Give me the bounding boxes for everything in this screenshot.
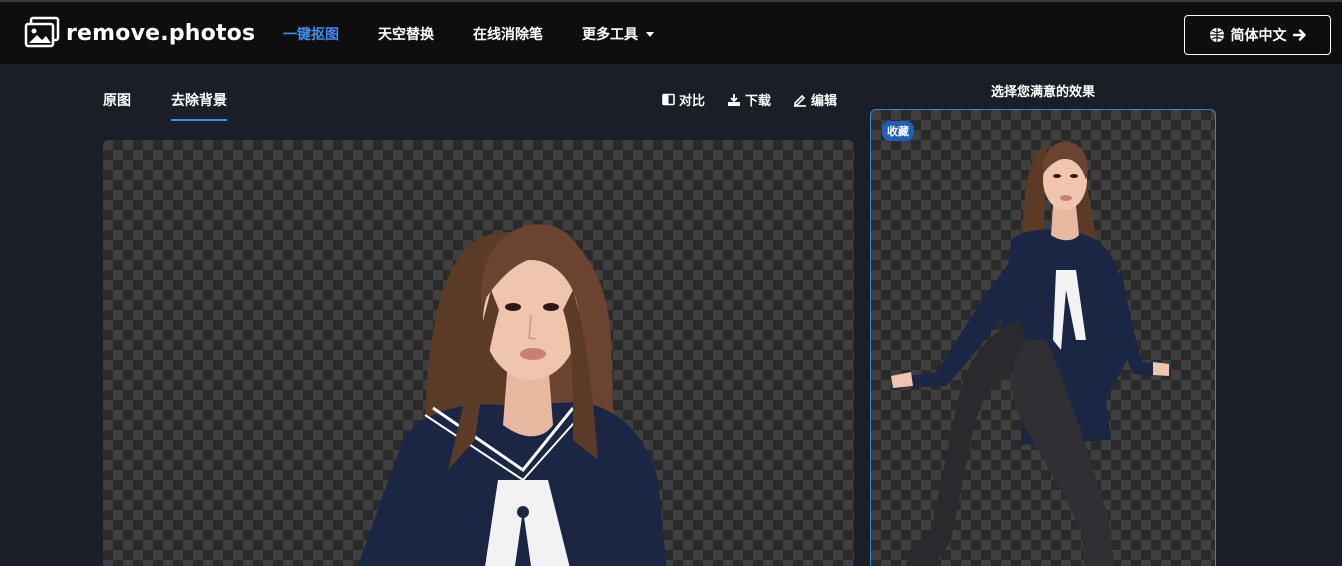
edit-button[interactable]: 编辑 [793, 90, 837, 109]
nav-item-sky-replace[interactable]: 天空替换 [378, 24, 434, 44]
main-nav: 一键抠图 天空替换 在线消除笔 更多工具 [283, 2, 693, 66]
language-label: 简体中文 [1230, 28, 1287, 44]
edit-icon [794, 94, 807, 107]
compare-label: 对比 [679, 94, 706, 109]
result-thumbnail[interactable]: 收藏 [870, 109, 1216, 566]
language-button[interactable]: 简体中文 [1184, 15, 1331, 55]
nav-item-more-tools[interactable]: 更多工具 [582, 24, 654, 44]
arrow-right-icon [1292, 29, 1306, 41]
nav-item-label: 在线消除笔 [473, 27, 543, 43]
photo-logo-icon [24, 16, 60, 48]
download-button[interactable]: 下载 [727, 90, 771, 109]
compare-button[interactable]: 对比 [662, 90, 705, 109]
compare-icon [662, 93, 675, 106]
image-tools: 对比 下载 编辑 [662, 90, 859, 109]
cutout-subject-image [358, 224, 667, 566]
logo-text: remove.photos [66, 20, 256, 46]
tab-remove-background[interactable]: 去除背景 [171, 90, 227, 121]
tab-original[interactable]: 原图 [103, 90, 131, 121]
cutout-thumbnail-image [891, 141, 1169, 566]
download-label: 下载 [745, 94, 772, 109]
globe-icon [1209, 28, 1224, 42]
logo[interactable]: remove.photos [24, 16, 255, 50]
caret-down-icon [646, 31, 654, 37]
nav-item-label: 更多工具 [582, 27, 638, 43]
download-icon [728, 93, 741, 106]
edit-label: 编辑 [811, 94, 838, 109]
nav-item-label: 一键抠图 [283, 27, 339, 43]
nav-item-remove-background[interactable]: 一键抠图 [283, 24, 339, 44]
favorite-badge[interactable]: 收藏 [882, 121, 914, 141]
top-bar: remove.photos 一键抠图 天空替换 在线消除笔 更多工具 简体中文 [0, 0, 1342, 64]
view-tabs: 原图 去除背景 [103, 90, 267, 121]
nav-item-eraser[interactable]: 在线消除笔 [473, 24, 543, 44]
results-title: 选择您满意的效果 [990, 85, 1095, 100]
nav-item-label: 天空替换 [378, 27, 434, 43]
result-canvas[interactable] [103, 140, 854, 566]
